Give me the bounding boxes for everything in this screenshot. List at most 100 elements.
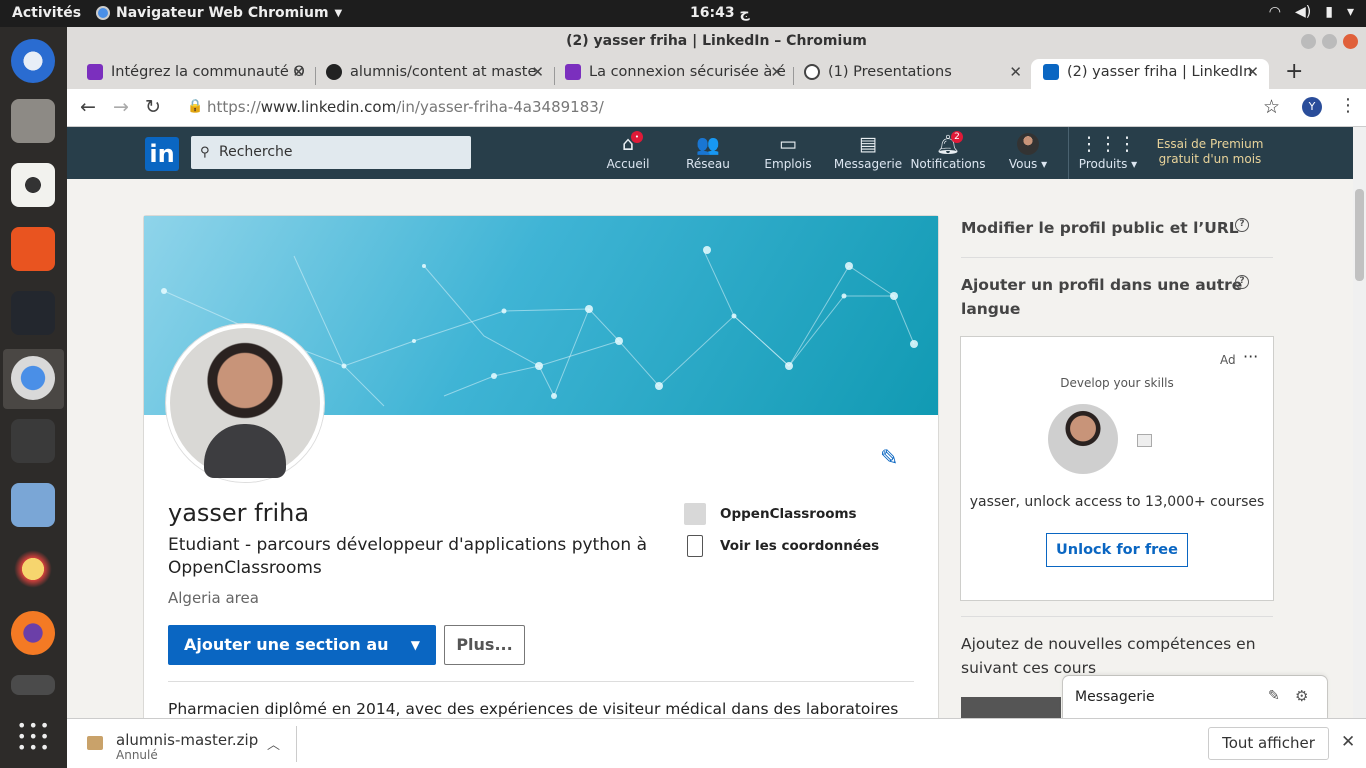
ad-card: Ad ··· Develop your skills yasser, unloc…: [961, 337, 1273, 600]
unlock-for-free-button[interactable]: Unlock for free: [1046, 533, 1188, 567]
url-field[interactable]: https://www.linkedin.com/in/yasser-friha…: [207, 98, 604, 116]
more-button[interactable]: Plus...: [444, 625, 525, 665]
chromium-icon: [96, 6, 110, 20]
app-menu[interactable]: Navigateur Web Chromium ▼: [96, 5, 342, 21]
tab-github[interactable]: alumnis/content at maste ✕: [306, 59, 554, 89]
close-tab-icon[interactable]: ✕: [531, 59, 544, 85]
linkedin-logo[interactable]: in: [145, 137, 179, 171]
courses-heading-2: suivant ces cours: [961, 659, 1097, 677]
files-icon[interactable]: [11, 99, 55, 143]
show-apps-icon[interactable]: ••• ••• •••: [17, 718, 51, 756]
github-favicon: [326, 64, 342, 80]
nav-label: Produits ▾: [1078, 157, 1138, 171]
back-icon[interactable]: ←: [80, 96, 96, 118]
forward-icon[interactable]: →: [113, 96, 129, 118]
nav-notifications[interactable]: 🔔︎ Notifications: [908, 133, 988, 171]
profile-avatar[interactable]: Y: [1302, 97, 1322, 117]
minimize-button[interactable]: [1301, 34, 1316, 49]
profile-card: ✎ yasser friha Etudiant - parcours dével…: [144, 216, 938, 718]
chevron-up-icon[interactable]: ︿: [267, 734, 280, 753]
profile-summary: Pharmacien diplômé en 2014, avec des exp…: [168, 700, 899, 718]
nav-label: Réseau: [686, 157, 730, 171]
close-tab-icon[interactable]: ✕: [1009, 59, 1022, 85]
contact-info-link[interactable]: Voir les coordonnées: [684, 535, 884, 558]
edit-pencil-icon[interactable]: ✎: [880, 446, 898, 471]
more-options-icon[interactable]: ···: [1243, 347, 1258, 366]
sublime-text-icon[interactable]: [11, 419, 55, 463]
close-tab-icon[interactable]: ✕: [1246, 59, 1259, 85]
nav-jobs[interactable]: ▭ Emplois: [748, 133, 828, 171]
profile-location: Algeria area: [168, 589, 259, 607]
nav-me[interactable]: Vous ▾: [988, 133, 1068, 171]
bookmark-star-icon[interactable]: ☆: [1263, 96, 1280, 118]
close-tab-icon[interactable]: ✕: [292, 59, 305, 85]
kebab-menu-icon[interactable]: ⋮: [1339, 95, 1357, 116]
close-window-button[interactable]: [1343, 34, 1358, 49]
tab-strip: Intégrez la communauté O ✕ alumnis/conte…: [67, 55, 1366, 89]
nav-messaging[interactable]: ▤ Messagerie: [828, 133, 908, 171]
chromium-dock-icon[interactable]: [11, 356, 55, 400]
company-link[interactable]: OppenClassrooms: [684, 503, 884, 526]
scrollbar[interactable]: [1353, 127, 1366, 718]
messaging-overlay[interactable]: Messagerie ✎ ⚙: [1063, 676, 1327, 718]
nav-products[interactable]: ⋮⋮⋮ Produits ▾: [1068, 133, 1148, 171]
caret-down-icon: ▼: [410, 638, 420, 652]
nav-network[interactable]: 👥 Réseau: [668, 133, 748, 171]
clock[interactable]: 16:43 ج: [690, 5, 750, 21]
linkedin-favicon: [1043, 64, 1059, 80]
maximize-button[interactable]: [1322, 34, 1337, 49]
avatar-icon: [988, 133, 1068, 157]
chevron-down-icon: ▼: [334, 7, 343, 19]
course-thumbnail[interactable]: [961, 697, 1061, 718]
system-tray[interactable]: ◠ ◀) ▮ ▾: [1269, 4, 1354, 20]
software-center-icon[interactable]: [11, 227, 55, 271]
tab-label: La connexion sécurisée à é: [589, 64, 786, 80]
company-logo-icon: [684, 503, 706, 525]
power-icon: ▾: [1346, 4, 1354, 20]
download-filename[interactable]: alumnis-master.zip: [116, 731, 258, 749]
help-icon[interactable]: ?: [1235, 218, 1249, 232]
nav-home[interactable]: ⌂ Accueil: [588, 133, 668, 171]
add-profile-section-button[interactable]: Ajouter une section au profil ▼: [168, 625, 436, 694]
tab-presentations[interactable]: (1) Presentations ✕: [784, 59, 1032, 89]
terminal-icon[interactable]: [11, 675, 55, 695]
compose-icon[interactable]: ✎: [1268, 688, 1280, 704]
reload-icon[interactable]: ↻: [145, 96, 161, 118]
presentations-favicon: [804, 64, 820, 80]
virtualbox-icon[interactable]: [11, 483, 55, 527]
lock-icon[interactable]: 🔒: [187, 99, 203, 114]
briefcase-icon: ▭: [779, 133, 797, 155]
firefox-icon[interactable]: [11, 611, 55, 655]
volume-icon: ◀): [1295, 4, 1312, 20]
rhythmbox-icon[interactable]: [11, 163, 55, 207]
tab-secure-connection[interactable]: La connexion sécurisée à é ✕: [545, 59, 793, 89]
vscode-icon[interactable]: [11, 291, 55, 335]
nav-label: Accueil: [606, 157, 650, 171]
tab-linkedin[interactable]: (2) yasser friha | LinkedIn ✕: [1031, 59, 1269, 89]
search-input[interactable]: ⚲ Recherche: [191, 136, 471, 169]
close-tab-icon[interactable]: ✕: [770, 59, 783, 85]
url-path: /in/yasser-friha-4a3489183/: [396, 98, 604, 116]
broken-image-icon: [1137, 434, 1152, 447]
show-all-button[interactable]: Tout afficher: [1208, 727, 1329, 760]
link-label-2: langue: [961, 300, 1021, 318]
close-icon[interactable]: ✕: [1341, 732, 1355, 752]
help-icon[interactable]: ?: [1235, 275, 1249, 289]
add-language-profile-link[interactable]: Ajouter un profil dans une autre langue …: [961, 273, 1273, 321]
activities-button[interactable]: Activités: [12, 5, 81, 21]
premium-trial-link[interactable]: Essai de Premium gratuit d'un mois: [1152, 137, 1268, 167]
thunderbird-icon[interactable]: [11, 39, 55, 83]
ad-user-photo: [1048, 404, 1118, 474]
bell-icon: 🔔︎: [935, 134, 961, 156]
gear-icon[interactable]: ⚙: [1295, 687, 1308, 705]
openclassrooms-favicon: [565, 64, 581, 80]
profile-photo[interactable]: [166, 324, 324, 482]
tab-openclassrooms-community[interactable]: Intégrez la communauté O ✕: [67, 59, 315, 89]
battery-icon: ▮: [1325, 4, 1333, 20]
idea-icon[interactable]: [11, 547, 55, 591]
edit-public-profile-link[interactable]: Modifier le profil public et l’URL ?: [961, 216, 1273, 240]
new-tab-button[interactable]: +: [1285, 59, 1303, 84]
toolbar: ← → ↻ 🔒 https://www.linkedin.com/in/yass…: [67, 89, 1366, 127]
premium-line-2: gratuit d'un mois: [1158, 152, 1262, 166]
scrollbar-thumb[interactable]: [1355, 189, 1364, 281]
